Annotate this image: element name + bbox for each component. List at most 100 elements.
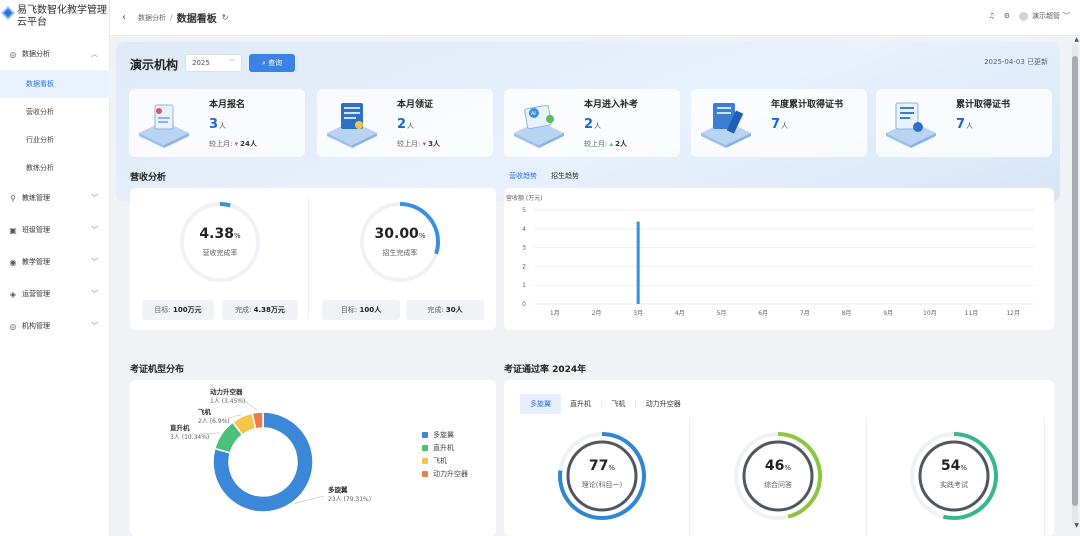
slice-name-label: 直升机	[170, 423, 190, 432]
query-button[interactable]: ⌕ 查询	[249, 54, 295, 72]
stat-card-monthly-cert[interactable]: 本月领证 2人 较上月: ▾ 3人	[317, 89, 493, 157]
revenue-target: 目标: 100万元	[142, 300, 214, 320]
total-cert-illustration-icon	[886, 102, 936, 148]
ring-value: 30.00%	[374, 226, 426, 242]
breadcrumb-current: 数据看板	[176, 14, 217, 25]
stat-value: 7人	[771, 117, 789, 132]
sidebar-item-coach-analysis[interactable]: 教练分析	[0, 154, 110, 182]
menu-group-label: 机构管理	[22, 322, 50, 330]
menu-group-label: 班级管理	[22, 226, 50, 234]
menu-group-org[interactable]: ◎ 机构管理 ﹀	[0, 310, 110, 342]
sidebar-item-dashboard[interactable]: 数据看板	[0, 70, 110, 98]
x-tick-label: 1月	[550, 310, 560, 317]
pass-ring-qa: 46% 综合问答	[732, 430, 824, 522]
slice-value-label: 23人 (79.31%)	[328, 496, 371, 503]
topbar-actions: ♫ ⚙ 演示超管 ﹀	[979, 11, 1070, 21]
sidebar-menu: ◎ 数据分析 ︿ 数据看板 营收分析 行业分析 教练分析 ⚲ 教练管理 ﹀ ▣ …	[0, 38, 110, 342]
y-tick-label: 0	[522, 301, 526, 308]
ring-value: 4.38%	[199, 226, 241, 242]
chevron-down-icon: ﹀	[228, 59, 235, 66]
slice-name-label: 飞机	[198, 407, 212, 416]
y-tick-label: 4	[522, 226, 526, 233]
menu-group-teaching[interactable]: ◉ 教学管理 ﹀	[0, 246, 110, 278]
pass-ring-practice: 54% 实践考试	[908, 430, 1000, 522]
stat-card-monthly-retake[interactable]: AI 本月进入补考 2人 较上月: ▴ 2人	[504, 89, 680, 157]
tab-revenue-trend[interactable]: 营收趋势	[504, 168, 542, 184]
stat-title: 年度累计取得证书	[771, 100, 844, 110]
svg-text:AI: AI	[531, 111, 536, 117]
scrollbar[interactable]	[1072, 44, 1078, 524]
tab-airplane[interactable]: 飞机	[606, 396, 630, 412]
stat-card-monthly-enroll[interactable]: 本月报名 3人 较上月: ▾ 24人	[129, 89, 305, 157]
org-name: 演示机构	[130, 58, 179, 72]
y-axis-label: 营收额 (万元)	[506, 194, 543, 202]
section-title-distribution: 考证机型分布	[130, 365, 185, 375]
scroll-down-icon[interactable]: ▼	[1074, 522, 1079, 529]
refresh-icon[interactable]: ↻	[222, 13, 229, 22]
slice-name-label: 多旋翼	[328, 485, 348, 494]
sidebar-item-industry-analysis[interactable]: 行业分析	[0, 126, 110, 154]
ring-label: 营收完成率	[202, 249, 238, 257]
sidebar: 易飞数智化教学管理云平台 ◎ 数据分析 ︿ 数据看板 营收分析 行业分析 教练分…	[0, 0, 110, 536]
x-tick-label: 11月	[965, 310, 979, 317]
revenue-panel: 4.38% 营收完成率 目标: 100万元 完成: 4.38万元 30.00% …	[130, 188, 496, 330]
stat-title: 本月报名	[209, 100, 246, 110]
stat-title: 本月进入补考	[584, 100, 639, 110]
x-tick-label: 3月	[633, 310, 643, 317]
breadcrumb-parent[interactable]: 数据分析	[138, 13, 166, 23]
chart-icon: ◎	[9, 49, 17, 59]
tab-powered-lift[interactable]: 动力升空器	[641, 396, 686, 412]
avatar[interactable]	[1019, 11, 1028, 21]
x-tick-label: 2月	[592, 310, 602, 317]
x-tick-label: 6月	[758, 310, 768, 317]
menu-group-operations[interactable]: ◈ 运营管理 ﹀	[0, 278, 110, 310]
legend-item[interactable]: 动力升空器	[422, 467, 468, 480]
ops-icon: ◈	[9, 289, 17, 299]
ring-label: 招生完成率	[382, 249, 418, 257]
yearly-cert-illustration-icon	[701, 103, 751, 148]
tab-multirotor[interactable]: 多旋翼	[520, 394, 561, 414]
revenue-done: 完成: 4.38万元	[222, 300, 298, 320]
ring-label: 综合问答	[764, 481, 792, 489]
stat-card-total-cert[interactable]: 累计取得证书 7人	[876, 89, 1052, 157]
scroll-up-icon[interactable]: ▲	[1074, 36, 1079, 43]
back-icon[interactable]: ‹	[110, 12, 138, 23]
x-tick-label: 12月	[1006, 310, 1020, 317]
menu-group-coach[interactable]: ⚲ 教练管理 ﹀	[0, 182, 110, 214]
slice-name-label: 动力升空器	[210, 387, 243, 396]
stat-value: 2人	[397, 117, 415, 132]
scrollbar-thumb[interactable]	[1072, 56, 1078, 506]
chevron-up-icon: ︿	[91, 50, 98, 58]
slice-value-label: 1人 (3.45%)	[210, 398, 245, 405]
y-tick-label: 1	[522, 282, 526, 289]
class-icon: ▣	[9, 225, 17, 235]
org-icon: ◎	[9, 321, 17, 331]
logo-icon	[1, 6, 15, 20]
ring-value: 54%	[940, 458, 968, 474]
pass-ring-theory: 77% 理论(科目一)	[556, 430, 648, 522]
app-logo[interactable]: 易飞数智化教学管理云平台	[0, 0, 110, 36]
chevron-down-icon[interactable]: ﹀	[1063, 11, 1070, 21]
enroll-ring-chart	[360, 202, 440, 282]
tab-enroll-trend[interactable]: 招生趋势	[546, 168, 584, 184]
pass-rate-panel: 多旋翼 直升机 | 飞机 | 动力升空器 77% 理论(科目一) 46% 综合问…	[504, 380, 1054, 536]
trend-panel: 营收额 (万元) 0 1 2 3 4 5 1月 2月 3月 4月 5月 6月 7月 8月 9月 10月 11月 12…	[504, 188, 1054, 330]
legend-item[interactable]: 直升机	[422, 441, 468, 454]
bell-icon[interactable]: ♫	[988, 12, 994, 20]
gear-icon[interactable]: ⚙	[1004, 12, 1010, 20]
summary-banner: 演示机构 2025 ﹀ ⌕ 查询 2025-04-03 已更新 本月报名 3人 …	[116, 42, 1060, 202]
menu-group-label: 教学管理	[22, 258, 50, 266]
chevron-down-icon: ﹀	[91, 258, 98, 266]
year-select[interactable]: 2025 ﹀	[185, 54, 242, 72]
tab-helicopter[interactable]: 直升机	[565, 396, 596, 412]
sidebar-item-revenue-analysis[interactable]: 营收分析	[0, 98, 110, 126]
menu-group-class[interactable]: ▣ 班级管理 ﹀	[0, 214, 110, 246]
menu-group-data-analysis[interactable]: ◎ 数据分析 ︿	[0, 38, 110, 70]
stat-card-yearly-cert[interactable]: 年度累计取得证书 7人	[691, 89, 867, 157]
legend-item[interactable]: 多旋翼	[422, 428, 468, 441]
revenue-trend-chart: 营收额 (万元) 0 1 2 3 4 5 1月 2月 3月 4月 5月 6月 7月 8月 9月 10月 11月 12…	[506, 194, 1034, 317]
main-content: 演示机构 2025 ﹀ ⌕ 查询 2025-04-03 已更新 本月报名 3人 …	[116, 42, 1060, 536]
legend-item[interactable]: 飞机	[422, 454, 468, 467]
ring-label: 实践考试	[940, 481, 968, 489]
user-name[interactable]: 演示超管	[1032, 11, 1060, 21]
